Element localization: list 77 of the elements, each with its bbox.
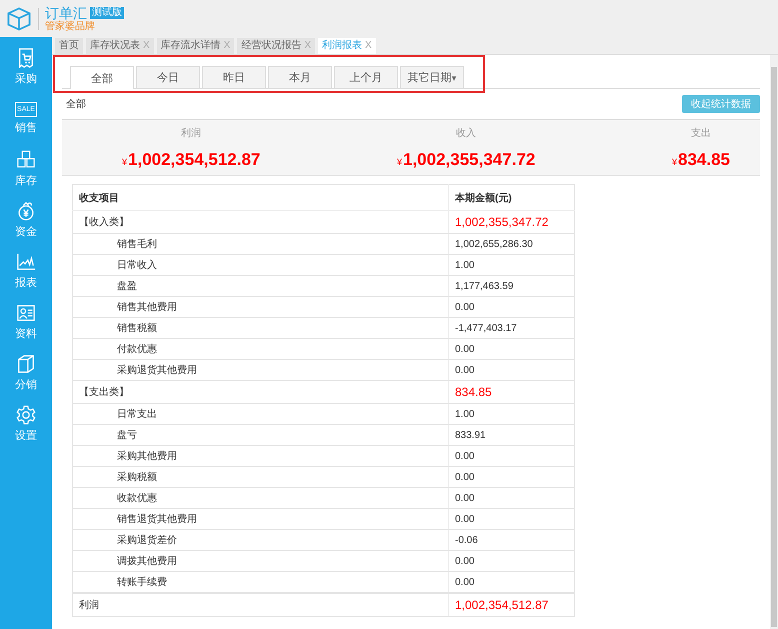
logo-icon <box>6 6 32 32</box>
period-tab[interactable]: 昨日 <box>202 66 266 88</box>
period-tab[interactable]: 其它日期▾ <box>400 66 464 88</box>
table-cell: 0.00 <box>448 338 574 360</box>
column-header: 收支项目 <box>72 184 448 210</box>
column-header: 本期金额(元) <box>448 184 574 210</box>
filter-label: 全部 <box>65 98 86 111</box>
table-cell: 销售退货其他费用 <box>72 508 448 530</box>
period-tab[interactable]: 本月 <box>268 66 332 88</box>
summary-value: ¥1,002,354,512.87 <box>122 150 260 170</box>
table-cell: 盘亏 <box>72 424 448 446</box>
table-cell: 采购税额 <box>72 466 448 488</box>
sidebar-item[interactable]: 分销 <box>0 351 52 395</box>
table-cell: 833.91 <box>448 424 574 446</box>
boxes-icon <box>16 150 36 170</box>
table-cell: 销售税额 <box>72 318 448 338</box>
app-subtitle: 管家婆品牌 <box>45 20 96 32</box>
settings-icon <box>16 405 36 425</box>
table-cell: 1,177,463.59 <box>448 276 574 296</box>
table-cell: 0.00 <box>448 466 574 488</box>
table-cell: 采购退货其他费用 <box>72 360 448 380</box>
app-title: 订单汇 <box>45 4 87 20</box>
contact-card-icon <box>16 303 36 323</box>
scrollbar[interactable] <box>770 55 778 629</box>
page-tab[interactable]: 库存状况表 X <box>86 38 154 54</box>
table-cell: 盘盈 <box>72 276 448 296</box>
table-cell: 834.85 <box>448 380 574 404</box>
summary-label: 支出 <box>690 126 711 140</box>
sidebar-item[interactable]: 设置 <box>0 402 52 446</box>
table-cell: 1,002,655,286.30 <box>448 234 574 254</box>
sidebar-item[interactable]: 资料 <box>0 300 52 344</box>
table-cell: 利润 <box>72 593 448 616</box>
table-cell: 0.00 <box>448 446 574 466</box>
table-cell: 日常收入 <box>72 254 448 276</box>
page-tab[interactable]: 库存流水详情 X <box>156 38 234 54</box>
table-cell: 0.00 <box>448 488 574 508</box>
period-tab[interactable]: 今日 <box>136 66 200 88</box>
page-tab[interactable]: 利润报表 X <box>318 38 376 54</box>
sidebar-item[interactable]: 采购 <box>0 45 52 89</box>
period-tab[interactable]: 上个月 <box>334 66 398 88</box>
table-cell: 0.00 <box>448 572 574 593</box>
version-badge: 测试版 <box>90 6 124 18</box>
summary-label: 利润 <box>181 126 202 140</box>
table-cell: 转账手续费 <box>72 572 448 593</box>
page-tab[interactable]: 经营状况报告 X <box>237 38 316 54</box>
table-cell: 1,002,355,347.72 <box>448 210 574 234</box>
table-cell: 0.00 <box>448 360 574 380</box>
table-cell: 0.00 <box>448 508 574 530</box>
table-cell: 【收入类】 <box>72 210 448 234</box>
sidebar-item[interactable]: 库存 <box>0 147 52 191</box>
table-cell: 0.00 <box>448 550 574 572</box>
table-cell: 1.00 <box>448 254 574 276</box>
table-cell: 调拨其他费用 <box>72 550 448 572</box>
summary-label: 收入 <box>456 126 476 140</box>
page-tab[interactable]: 首页 <box>55 38 83 54</box>
table-cell: 日常支出 <box>72 404 448 424</box>
summary-value: ¥834.85 <box>672 150 730 170</box>
table-cell: 销售毛利 <box>72 234 448 254</box>
box-icon <box>16 354 36 374</box>
table-cell: -1,477,403.17 <box>448 318 574 338</box>
sidebar-item[interactable]: 资金 <box>0 198 52 242</box>
table-cell: 销售其他费用 <box>72 296 448 318</box>
line-chart-icon <box>16 252 36 272</box>
table-cell: 1.00 <box>448 404 574 424</box>
period-tab[interactable]: 全部 <box>70 66 134 89</box>
money-bag-icon <box>16 201 36 221</box>
table-cell: 1,002,354,512.87 <box>448 593 574 616</box>
table-cell: 采购退货差价 <box>72 530 448 550</box>
summary-value: ¥1,002,355,347.72 <box>396 150 536 170</box>
table-cell: 0.00 <box>448 296 574 318</box>
table-cell: -0.06 <box>448 530 574 550</box>
table-cell: 付款优惠 <box>72 338 448 360</box>
cart-icon <box>16 48 36 68</box>
sidebar-item[interactable]: 报表 <box>0 249 52 293</box>
table-cell: 【支出类】 <box>72 380 448 404</box>
table-cell: 采购其他费用 <box>72 446 448 466</box>
table-cell: 收款优惠 <box>72 488 448 508</box>
